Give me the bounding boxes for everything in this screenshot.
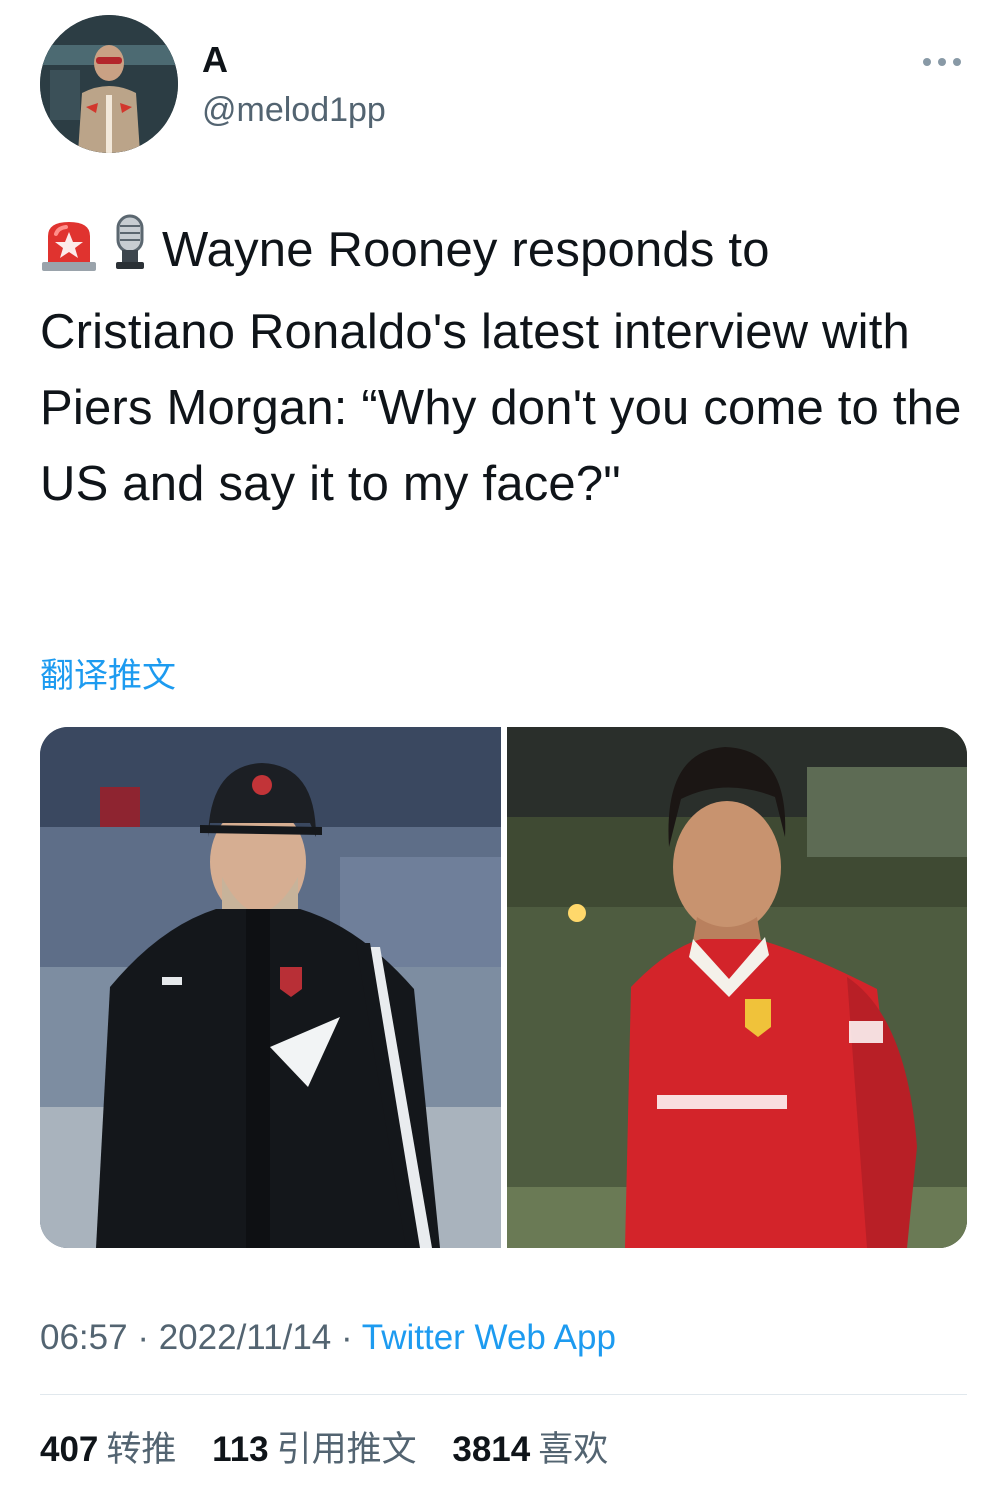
photo-ronaldo[interactable] [506, 727, 968, 1248]
meta-separator-2: · [331, 1318, 362, 1357]
quotes-count: 113 [212, 1430, 269, 1469]
avatar[interactable] [40, 15, 178, 153]
avatar-image [40, 15, 178, 153]
microphone-icon [106, 214, 154, 294]
tweet-text: Wayne Rooney responds to Cristiano Ronal… [40, 212, 965, 522]
divider [40, 1394, 967, 1395]
retweets-stat[interactable]: 407 转推 [40, 1430, 176, 1469]
tweet-meta: 06:57 · 2022/11/14 · Twitter Web App [40, 1314, 616, 1362]
tweet-time[interactable]: 06:57 [40, 1318, 128, 1357]
rotating-light-icon [40, 216, 98, 294]
media-grid [40, 727, 967, 1248]
retweets-count: 407 [40, 1430, 99, 1469]
tweet-source-link[interactable]: Twitter Web App [362, 1318, 616, 1357]
retweets-label: 转推 [106, 1430, 177, 1469]
tweet-body: Wayne Rooney responds to Cristiano Ronal… [40, 223, 962, 511]
tweet-stats: 407 转推 113 引用推文 3814 喜欢 [40, 1425, 634, 1475]
quotes-label: 引用推文 [276, 1430, 417, 1469]
tweet-date[interactable]: 2022/11/14 [159, 1318, 332, 1357]
display-name[interactable]: A [202, 38, 228, 82]
ronaldo-photo-image [506, 727, 967, 1248]
more-options-button[interactable] [918, 48, 966, 76]
meta-separator: · [127, 1318, 159, 1357]
quotes-stat[interactable]: 113 引用推文 [212, 1430, 416, 1469]
translate-tweet-link[interactable]: 翻译推文 [40, 654, 176, 698]
photo-rooney[interactable] [40, 727, 501, 1248]
user-handle[interactable]: @melod1pp [202, 88, 386, 132]
more-dots-icon [923, 58, 961, 66]
likes-label: 喜欢 [538, 1430, 609, 1469]
likes-count: 3814 [452, 1430, 531, 1469]
rooney-photo-image [40, 727, 501, 1248]
likes-stat[interactable]: 3814 喜欢 [452, 1430, 608, 1469]
